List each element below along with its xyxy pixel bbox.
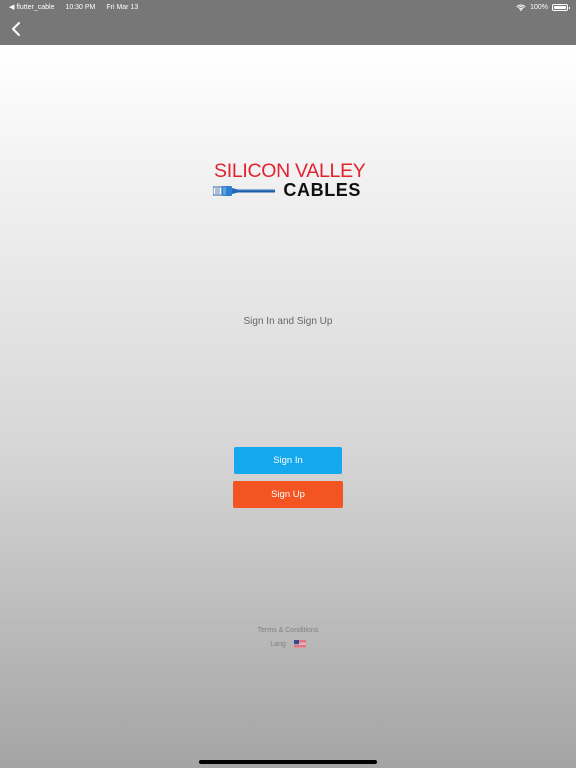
status-time: 10:30 PM xyxy=(65,4,96,11)
status-bar-right: 100% xyxy=(516,3,570,12)
sign-in-button[interactable]: Sign In xyxy=(234,447,342,474)
battery-icon xyxy=(552,4,570,11)
us-flag-icon[interactable] xyxy=(293,640,306,648)
battery-percent: 100% xyxy=(530,4,548,11)
chevron-left-icon[interactable] xyxy=(9,21,25,37)
status-bar-left: ◀ flutter_cable 10:30 PM Fri Mar 13 xyxy=(9,3,147,12)
back-to-app-link[interactable]: ◀ flutter_cable xyxy=(9,4,54,11)
logo-line-2: CABLES xyxy=(283,180,361,200)
status-date: Fri Mar 13 xyxy=(106,4,139,11)
terms-link[interactable]: Terms & Conditions xyxy=(0,627,576,634)
company-logo: SILICON VALLEY CABLES xyxy=(213,160,366,200)
home-indicator[interactable] xyxy=(199,760,377,764)
ethernet-cable-icon xyxy=(213,186,275,196)
lang-label: Lang xyxy=(270,640,286,648)
wifi-icon xyxy=(516,3,526,11)
page-subtitle: Sign In and Sign Up xyxy=(243,316,333,327)
language-selector: Lang xyxy=(0,640,576,648)
sign-up-button[interactable]: Sign Up xyxy=(233,481,343,508)
app-bar: ◀ flutter_cable 10:30 PM Fri Mar 13 100% xyxy=(0,0,576,45)
